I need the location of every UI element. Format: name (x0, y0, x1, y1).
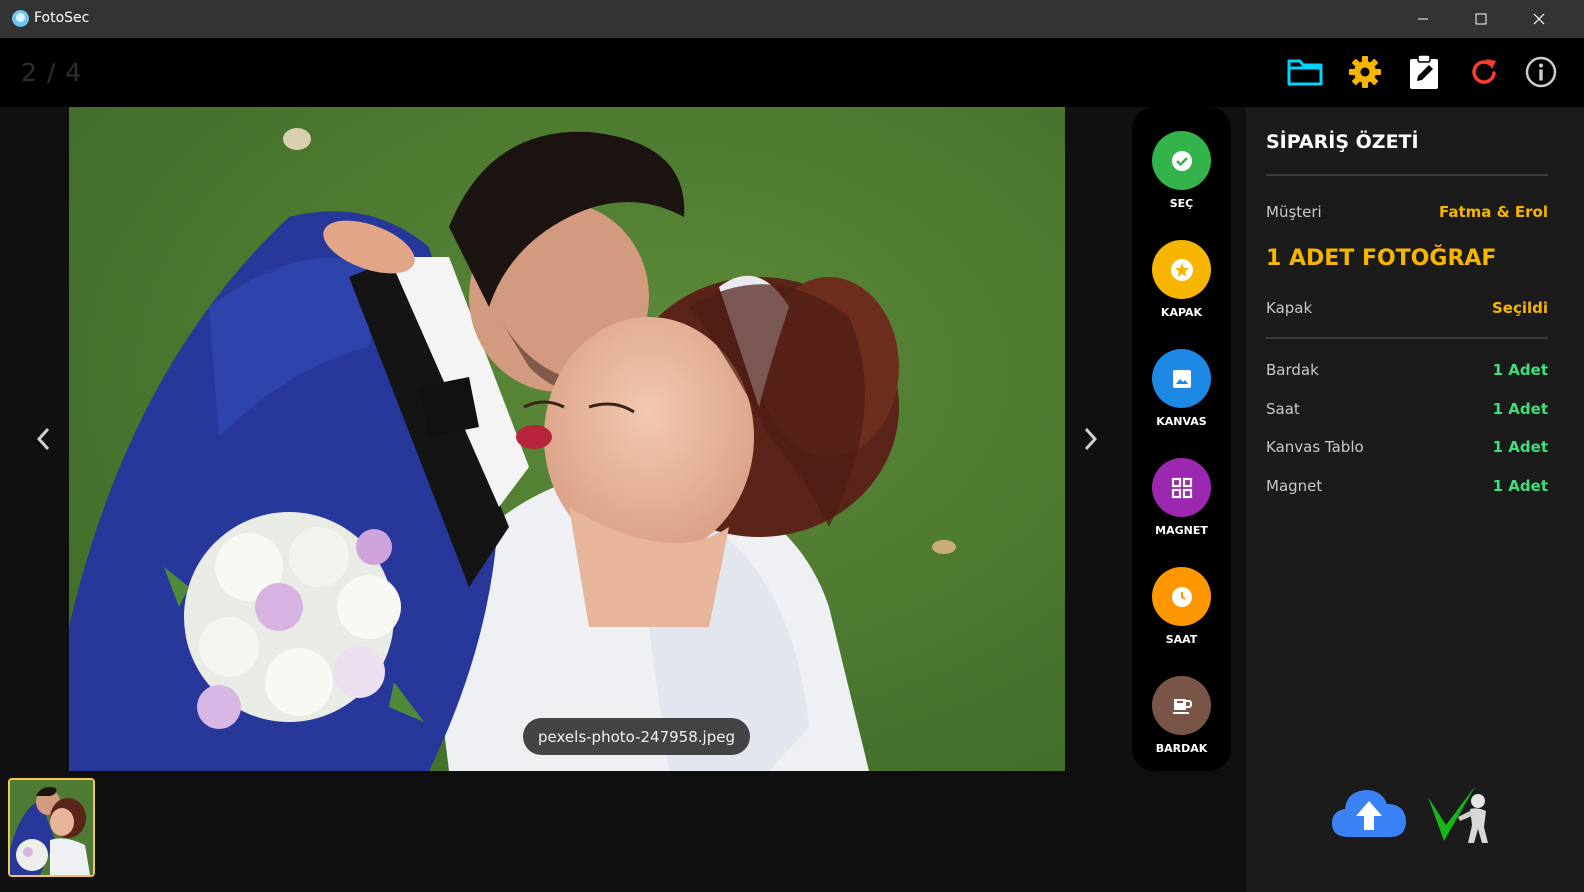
customer-row: Müşteri Fatma & Erol (1266, 203, 1548, 227)
thumbnail-image (10, 780, 93, 875)
check-icon (1171, 150, 1192, 171)
order-item-value: 1 Adet (1492, 400, 1548, 418)
divider (1266, 174, 1548, 176)
star-icon (1170, 258, 1193, 281)
title-bar: FotoSec (0, 0, 1584, 38)
info-icon (1525, 56, 1557, 88)
select-option[interactable]: SEÇ (1132, 131, 1231, 231)
minimize-icon (1418, 18, 1428, 20)
canvas-option-button[interactable] (1152, 349, 1211, 408)
cloud-upload-icon (1332, 790, 1406, 837)
close-icon (1533, 13, 1545, 25)
order-item-value: 1 Adet (1492, 477, 1548, 495)
photo-counter: 2 / 4 (21, 58, 83, 87)
gear-icon (1349, 56, 1381, 88)
order-item-row: Saat 1 Adet (1266, 400, 1548, 424)
product-options-bar: SEÇ KAPAK KANVAS MAGNET SAAT BARDAK (1132, 107, 1231, 771)
magnet-option-label: MAGNET (1155, 524, 1208, 537)
folder-icon (1287, 59, 1323, 86)
maximize-button[interactable] (1452, 0, 1510, 38)
settings-button[interactable] (1345, 52, 1385, 92)
canvas-option-label: KANVAS (1156, 415, 1207, 428)
close-button[interactable] (1510, 0, 1568, 38)
refresh-icon (1472, 59, 1496, 84)
cup-icon (1172, 698, 1192, 714)
select-option-button[interactable] (1152, 131, 1211, 190)
order-item-label: Bardak (1266, 361, 1319, 379)
cover-value: Seçildi (1491, 299, 1548, 317)
cover-option-label: KAPAK (1160, 306, 1203, 319)
cup-option-label: BARDAK (1155, 742, 1208, 755)
next-photo-button[interactable] (1076, 422, 1106, 456)
app-logo-icon (12, 10, 29, 27)
order-item-value: 1 Adet (1492, 361, 1548, 379)
clipboard-edit-icon (1410, 54, 1438, 89)
summary-title: SİPARİŞ ÖZETİ (1266, 131, 1419, 153)
image-icon (1172, 369, 1191, 388)
clock-icon (1171, 586, 1192, 607)
thumbnail-strip (0, 771, 1246, 892)
clock-option[interactable]: SAAT (1132, 567, 1231, 667)
order-item-row: Kanvas Tablo 1 Adet (1266, 438, 1548, 462)
info-button[interactable] (1521, 52, 1561, 92)
checkmark-figure-icon (1428, 785, 1488, 843)
cup-option-button[interactable] (1152, 676, 1211, 735)
divider (1266, 337, 1548, 339)
main-photo[interactable]: pexels-photo-247958.jpeg (69, 107, 1065, 771)
top-toolbar: 2 / 4 (0, 38, 1584, 107)
photo-count: 1 ADET FOTOĞRAF (1266, 246, 1497, 271)
order-item-label: Kanvas Tablo (1266, 438, 1364, 456)
order-item-label: Saat (1266, 400, 1300, 418)
photo-filename: pexels-photo-247958.jpeg (523, 718, 750, 755)
photo-viewer: pexels-photo-247958.jpeg SEÇ KAPAK KANVA… (0, 107, 1246, 771)
minimize-button[interactable] (1394, 0, 1452, 38)
clock-option-button[interactable] (1152, 567, 1211, 626)
order-item-row: Magnet 1 Adet (1266, 477, 1548, 501)
window-title: FotoSec (34, 10, 90, 26)
canvas-option[interactable]: KANVAS (1132, 349, 1231, 449)
customer-value: Fatma & Erol (1438, 203, 1548, 221)
grid-icon (1171, 477, 1192, 498)
customer-label: Müşteri (1266, 203, 1322, 221)
cover-option[interactable]: KAPAK (1132, 240, 1231, 340)
order-item-label: Magnet (1266, 477, 1323, 495)
order-item-value: 1 Adet (1492, 438, 1548, 456)
select-option-label: SEÇ (1169, 197, 1194, 210)
order-summary-panel: SİPARİŞ ÖZETİ Müşteri Fatma & Erol 1 ADE… (1246, 107, 1584, 892)
cup-option[interactable]: BARDAK (1132, 676, 1231, 776)
maximize-icon (1475, 13, 1487, 25)
chevron-left-icon (36, 427, 50, 451)
magnet-option-button[interactable] (1152, 458, 1211, 517)
confirm-order-button[interactable] (1424, 781, 1494, 847)
upload-button[interactable] (1330, 785, 1408, 843)
open-folder-button[interactable] (1285, 52, 1325, 92)
cover-row: Kapak Seçildi (1266, 299, 1548, 323)
cover-label: Kapak (1266, 299, 1313, 317)
refresh-button[interactable] (1464, 52, 1504, 92)
thumbnail-selected[interactable] (8, 778, 95, 877)
clock-option-label: SAAT (1165, 633, 1198, 646)
notes-button[interactable] (1404, 52, 1444, 92)
magnet-option[interactable]: MAGNET (1132, 458, 1231, 558)
chevron-right-icon (1084, 427, 1098, 451)
wedding-couple-image (69, 107, 1065, 771)
previous-photo-button[interactable] (28, 422, 58, 456)
order-item-row: Bardak 1 Adet (1266, 361, 1548, 385)
cover-option-button[interactable] (1152, 240, 1211, 299)
